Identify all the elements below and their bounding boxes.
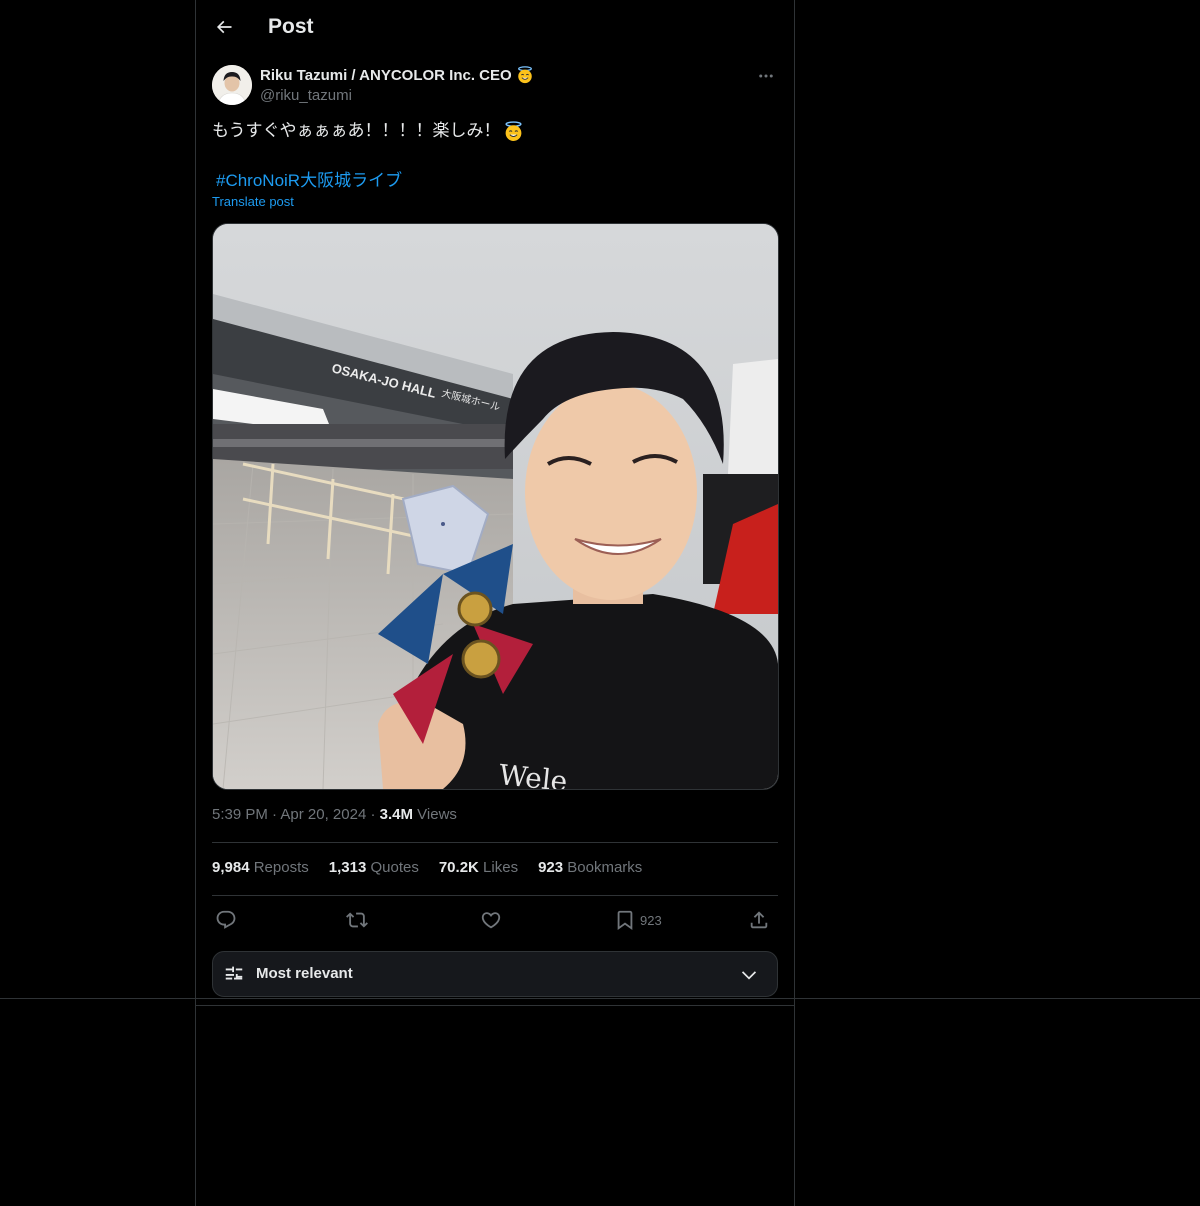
avatar-image xyxy=(212,65,252,105)
stat-bookmarks[interactable]: 923 Bookmarks xyxy=(538,859,642,876)
post-date[interactable]: Apr 20, 2024 xyxy=(280,806,366,823)
chevron-down-icon xyxy=(741,971,757,980)
sort-replies-dropdown[interactable]: Most relevant xyxy=(212,951,778,997)
divider xyxy=(212,842,778,843)
views-count: 3.4M xyxy=(379,806,413,823)
selfie-photo: OSAKA-JO HALL 大阪城ホール Wele xyxy=(213,224,778,789)
author-name[interactable]: Riku Tazumi / ANYCOLOR Inc. CEO xyxy=(260,66,534,84)
divider xyxy=(212,895,778,896)
views-label: Views xyxy=(417,806,457,823)
bookmark-icon xyxy=(617,910,633,931)
reply-button[interactable] xyxy=(215,906,237,934)
post-meta: 5:39 PM · Apr 20, 2024 · 3.4M Views xyxy=(212,806,457,823)
smiling-face-with-halo-icon xyxy=(504,120,522,141)
post-body: もうすぐやぁぁぁあ！！！！楽しみ！ xyxy=(212,121,501,140)
post-actions: 923 xyxy=(212,906,778,934)
hashtag-link[interactable]: #ChroNoiR大阪城ライブ xyxy=(216,166,402,191)
stat-reposts[interactable]: 9,984 Reposts xyxy=(212,859,309,876)
post-text: もうすぐやぁぁぁあ！！！！楽しみ！ xyxy=(212,118,778,144)
bookmark-count: 923 xyxy=(640,912,662,928)
post-image[interactable]: OSAKA-JO HALL 大阪城ホール Wele xyxy=(212,223,779,790)
bookmark-button[interactable]: 923 xyxy=(614,906,662,934)
reply-icon xyxy=(216,910,236,929)
repost-button[interactable] xyxy=(346,906,368,934)
repost-icon xyxy=(346,912,368,928)
section-divider xyxy=(196,1005,794,1006)
like-button[interactable] xyxy=(480,906,502,934)
share-button[interactable] xyxy=(748,906,770,934)
post-time[interactable]: 5:39 PM xyxy=(212,806,268,823)
page-separator xyxy=(0,998,1200,999)
page-title: Post xyxy=(268,15,314,38)
share-icon xyxy=(750,911,768,929)
stat-likes[interactable]: 70.2K Likes xyxy=(439,859,518,876)
author-handle[interactable]: @riku_tazumi xyxy=(260,87,352,104)
arrow-left-icon xyxy=(216,20,232,34)
post-author: Riku Tazumi / ANYCOLOR Inc. CEO @riku_ta… xyxy=(212,64,778,108)
sort-label: Most relevant xyxy=(256,965,353,982)
stat-quotes[interactable]: 1,313 Quotes xyxy=(329,859,419,876)
more-horizontal-icon xyxy=(759,74,773,78)
heart-icon xyxy=(481,912,501,929)
more-options-button[interactable] xyxy=(754,64,778,88)
page-header: Post xyxy=(212,8,778,46)
smiling-face-with-halo-icon xyxy=(517,66,532,84)
post-stats: 9,984 Reposts 1,313 Quotes 70.2K Likes 9… xyxy=(212,859,642,876)
primary-column: Post Riku Tazumi / ANYCOLOR Inc. CEO @ri… xyxy=(195,0,795,1206)
sliders-icon xyxy=(225,966,243,980)
author-name-text: Riku Tazumi / ANYCOLOR Inc. CEO xyxy=(260,66,512,84)
back-button[interactable] xyxy=(212,15,236,39)
translate-post-link[interactable]: Translate post xyxy=(212,194,294,209)
avatar[interactable] xyxy=(212,65,252,105)
